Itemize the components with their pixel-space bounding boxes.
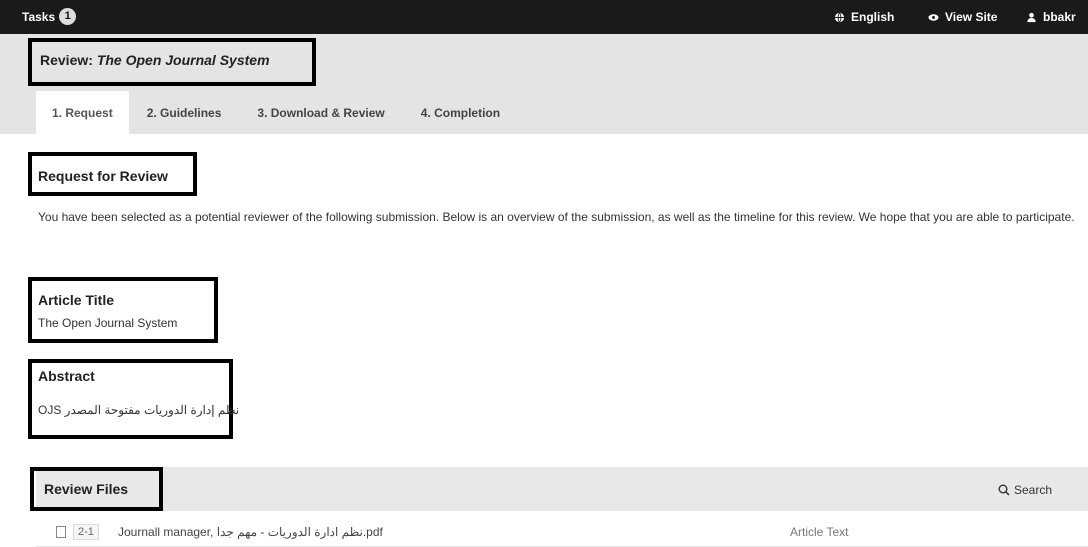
table-row: 2-1 Journall manager, نظم ادارة الدوريات… <box>36 517 1088 547</box>
search-label: Search <box>1014 483 1053 497</box>
globe-icon <box>834 12 845 22</box>
view-site-label: View Site <box>945 10 998 24</box>
review-files-header <box>36 467 1088 511</box>
tasks-label: Tasks <box>22 9 56 24</box>
file-icon <box>56 526 66 538</box>
review-files-title: Review Files <box>44 481 129 497</box>
user-menu[interactable]: bbakr <box>1026 10 1076 24</box>
search-icon <box>998 484 1010 496</box>
file-id: 2-1 <box>73 524 99 540</box>
abstract-label: Abstract <box>38 368 95 384</box>
tab-guidelines[interactable]: 2. Guidelines <box>129 91 240 134</box>
view-site-link[interactable]: View Site <box>928 10 997 24</box>
tab-download-review[interactable]: 3. Download & Review <box>239 91 402 134</box>
language-label: English <box>851 10 895 24</box>
article-title-label: Article Title <box>38 292 114 308</box>
tab-completion[interactable]: 4. Completion <box>403 91 518 134</box>
page-title: Review: The Open Journal System <box>28 38 316 86</box>
language-menu[interactable]: English <box>834 10 894 24</box>
tasks-count-badge: 1 <box>59 8 77 25</box>
user-icon <box>1027 12 1036 22</box>
tasks-menu[interactable]: Tasks 1 <box>22 8 77 25</box>
top-navigation-bar: Tasks 1 English View Site bbakr <box>0 0 1088 34</box>
article-title-value: The Open Journal System <box>38 316 178 330</box>
review-header: Review: The Open Journal System 1. Reque… <box>0 34 1088 134</box>
file-name-link[interactable]: Journall manager, نظم ادارة الدوريات - م… <box>118 525 383 539</box>
user-name: bbakr <box>1043 10 1076 24</box>
article-title-highlight <box>28 277 218 343</box>
request-description: You have been selected as a potential re… <box>38 210 1075 224</box>
tab-request[interactable]: 1. Request <box>36 91 129 134</box>
review-steps-tabs: 1. Request 2. Guidelines 3. Download & R… <box>36 91 518 134</box>
review-files-search[interactable]: Search <box>998 483 1052 497</box>
abstract-value: OJS نظم إدارة الدوريات مفتوحة المصدر <box>38 403 240 417</box>
page-title-prefix: Review: <box>40 52 93 68</box>
file-type: Article Text <box>790 525 849 539</box>
request-title: Request for Review <box>38 168 168 184</box>
eye-icon <box>928 13 939 21</box>
page-title-journal: The Open Journal System <box>96 52 270 68</box>
